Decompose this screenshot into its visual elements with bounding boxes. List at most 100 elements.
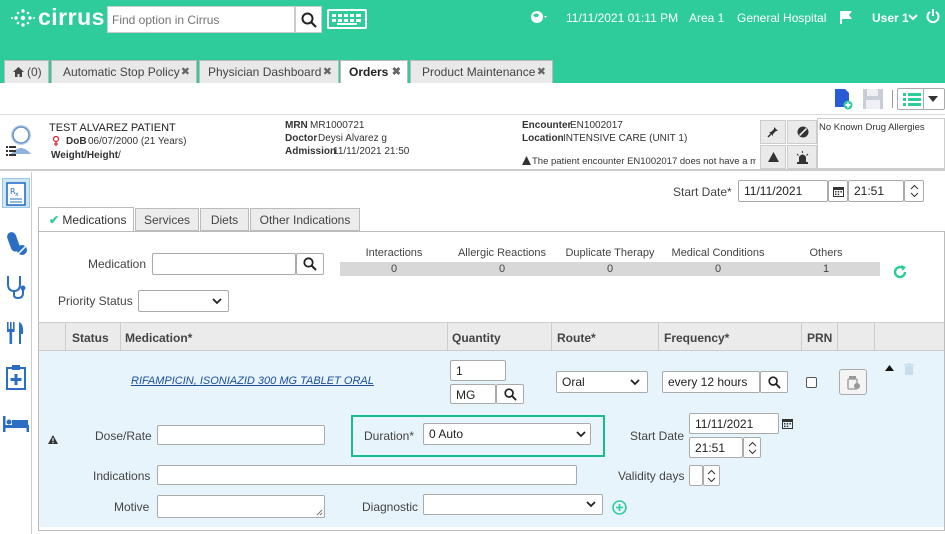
time-spinner[interactable] [904,180,924,202]
row-start-time-input[interactable]: 21:51 [689,437,743,458]
check-value-duplicate[interactable]: 0 [560,263,660,275]
area-selector[interactable]: Area 1 [689,11,724,25]
tab-automatic-stop-policy[interactable]: Automatic Stop Policy ✖ [51,60,197,83]
nav-beds[interactable] [2,408,30,438]
check-value-interactions[interactable]: 0 [352,263,436,275]
search-icon [767,375,781,389]
patient-avatar[interactable] [4,122,38,160]
weight-value: / [118,150,121,161]
chevron-down-icon[interactable] [908,11,918,21]
diagnostic-label: Diagnostic [362,500,419,514]
calendar-icon[interactable] [782,418,793,429]
encounter-label: Encounter [522,120,572,131]
save-icon[interactable] [862,88,884,110]
close-icon[interactable]: ✖ [181,61,190,83]
add-diagnostic-icon[interactable] [612,500,627,515]
hospital-selector[interactable]: General Hospital [737,11,826,25]
encounter-warning: The patient encounter EN1002017 does not… [532,156,756,167]
allergy-button[interactable] [787,120,817,144]
row-time-spinner[interactable] [743,437,761,458]
user-menu[interactable]: User 1 [872,11,909,25]
admission-value: 11/11/2021 21:50 [333,146,410,157]
subtab-other-indications[interactable]: Other Indications [250,208,360,231]
tab-home[interactable]: (0) [4,60,49,83]
list-menu-button[interactable] [897,88,945,110]
check-value-others[interactable]: 1 [792,263,860,275]
alert-button[interactable] [760,145,786,169]
chevron-down-icon [212,298,222,305]
check-value-medical[interactable]: 0 [666,263,770,275]
pin-button[interactable] [760,120,786,144]
encounter-value: EN1002017 [570,120,623,131]
close-icon[interactable]: ✖ [323,61,332,83]
indications-input[interactable] [157,465,577,485]
prescription-icon: Rx [6,182,26,206]
globe-icon[interactable] [530,9,550,25]
medication-search-input[interactable] [152,253,296,275]
flag-icon[interactable] [838,9,854,25]
nav-prescriptions[interactable]: Rx [2,178,30,208]
dose-rate-label: Dose/Rate [95,429,152,443]
dose-rate-input[interactable] [157,425,325,445]
duration-select[interactable]: 0 Auto [423,423,591,445]
subtab-services[interactable]: Services [135,208,199,231]
patient-banner: TEST ALVAREZ PATIENT DoB 06/07/2000 (21 … [0,116,945,171]
subtab-medications[interactable]: ✔ Medications [38,207,134,232]
resize-handle-icon[interactable] [316,509,323,516]
tab-physician-dashboard[interactable]: Physician Dashboard ✖ [199,60,339,83]
power-icon[interactable] [926,8,940,24]
tab-product-maintenance[interactable]: Product Maintenance ✖ [410,60,553,83]
frequency-search-button[interactable] [760,371,788,393]
calendar-icon [832,186,844,197]
priority-status-select[interactable] [138,290,229,312]
medication-link[interactable]: RIFAMPICIN, ISONIAZID 300 MG TABLET ORAL [131,375,374,387]
start-time-input[interactable]: 21:51 [848,180,904,202]
calendar-button[interactable] [828,180,848,202]
tab-orders[interactable]: Orders ✖ [340,60,408,84]
close-icon[interactable]: ✖ [392,61,401,83]
validity-spinner[interactable] [703,465,720,486]
alarm-button[interactable] [787,145,817,169]
dob-value: 06/07/2000 (21 Years) [88,136,187,147]
check-value-allergic[interactable]: 0 [452,263,552,275]
check-label-medical: Medical Conditions [671,247,765,259]
medication-label: Medication [88,257,147,271]
patient-name: TEST ALVAREZ PATIENT [49,122,176,134]
medication-search-button[interactable] [296,253,324,275]
unit-input[interactable]: MG [450,384,496,404]
new-document-icon[interactable] [833,88,853,110]
dosage-button[interactable] [839,369,867,395]
quantity-input[interactable]: 1 [450,360,506,381]
trash-icon[interactable] [904,363,914,375]
nav-services[interactable] [2,272,30,302]
prn-checkbox[interactable] [806,377,817,388]
app-logo-text: cirrus [38,4,105,30]
keyboard-icon[interactable] [327,9,367,29]
nav-medications[interactable] [2,228,30,258]
refresh-icon[interactable] [892,264,908,280]
chevron-down-icon [630,379,640,386]
clipboard-medical-icon [6,365,26,390]
location-label: Location [522,133,564,144]
diagnostic-select[interactable] [423,494,603,515]
motive-textarea[interactable] [157,495,325,518]
search-button[interactable] [295,6,322,33]
nav-diets[interactable] [2,318,30,348]
subtab-diets[interactable]: Diets [200,208,249,231]
tab-label: Orders [349,65,389,79]
check-label-others: Others [809,247,843,259]
row-start-date-input[interactable]: 11/11/2021 [689,413,779,434]
stethoscope-icon [7,276,26,300]
frequency-input[interactable]: every 12 hours [662,371,760,393]
female-icon [52,135,60,146]
check-label-interactions: Interactions [365,247,423,259]
search-input[interactable] [107,6,295,33]
close-icon[interactable]: ✖ [537,61,546,83]
tab-label: Physician Dashboard [208,65,322,79]
start-date-input[interactable]: 11/11/2021 [738,180,828,202]
collapse-icon[interactable] [885,365,894,371]
unit-search-button[interactable] [496,384,524,404]
search-icon [503,387,517,401]
validity-days-input[interactable] [689,465,703,486]
nav-clinical[interactable] [2,362,30,392]
